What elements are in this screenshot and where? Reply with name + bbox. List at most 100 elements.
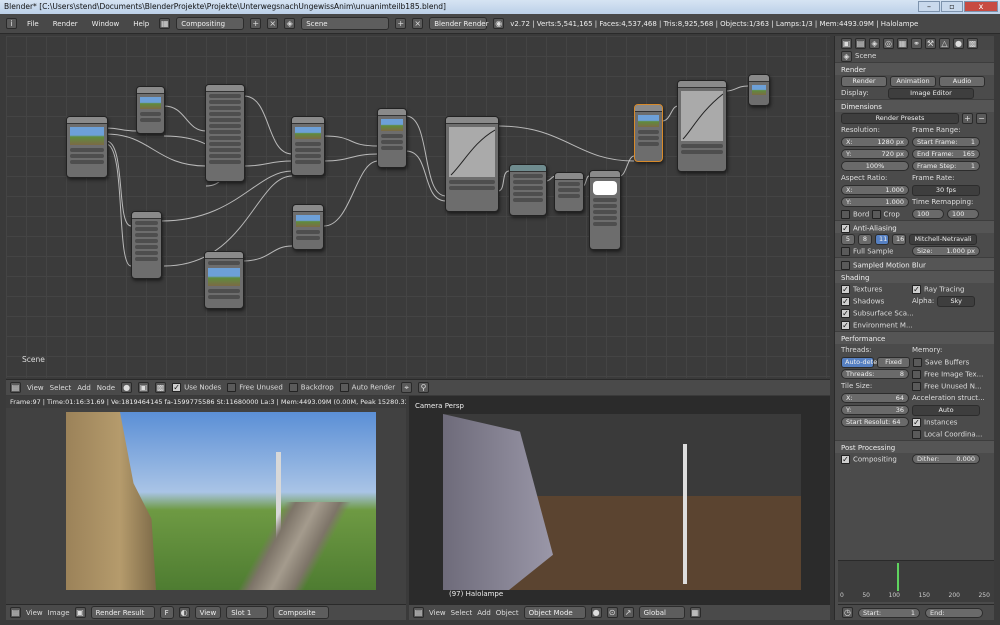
snap-icon[interactable]: ⌖ [401,382,413,393]
pass-select[interactable]: Composite [273,606,330,619]
minimize-button[interactable]: – [918,1,940,12]
shader-nodes-icon[interactable]: ● [121,382,133,393]
start-resolution-field[interactable]: Start Resolut: 64 [841,417,909,427]
dimensions-panel-header[interactable]: Dimensions [835,99,994,112]
layout-select[interactable]: Compositing [176,17,245,30]
environment-map-toggle[interactable]: ✓ Environment M... [841,320,913,330]
compositing-nodes-icon[interactable]: ▣ [138,382,150,393]
render-presets-select[interactable]: Render Presets [841,112,959,124]
fake-user-button[interactable]: F [159,606,174,619]
menu-select[interactable]: Select [451,609,473,617]
free-unused-toggle[interactable]: Free Unused [227,383,283,392]
render-tab-icon[interactable]: ▣ [841,37,852,49]
aspect-y-field[interactable]: Y: 1.000 [841,197,909,207]
menu-image[interactable]: Image [48,609,70,617]
data-tab-icon[interactable]: △ [939,37,950,49]
time-remap-new-field[interactable]: 100 [947,209,979,219]
info-editor-icon[interactable]: i [6,18,17,29]
time-remap-old-field[interactable]: 100 [912,209,944,219]
editor-type-icon[interactable]: ▤ [10,382,21,393]
aa-filter-select[interactable]: Mitchell-Netravali [909,233,977,245]
menu-render[interactable]: Render [49,20,82,28]
scene-tab-icon[interactable]: ◈ [869,37,880,49]
node-8[interactable] [509,164,547,216]
resolution-x-field[interactable]: X: 1280 px [841,137,909,147]
shadows-toggle[interactable]: ✓ Shadows [841,296,909,306]
render-layers-node[interactable] [66,116,108,178]
selected-node[interactable] [634,104,663,162]
node-1[interactable] [136,86,165,134]
node-2[interactable] [205,84,245,182]
layout-icon[interactable]: ▦ [159,18,171,29]
node-7[interactable] [377,108,407,168]
node-4[interactable] [204,251,244,309]
resolution-percent-field[interactable]: 100% [841,161,909,171]
render-engine-select[interactable]: Blender Render [429,17,488,30]
constraints-tab-icon[interactable]: ⚭ [911,37,922,49]
menu-add[interactable]: Add [77,384,91,392]
render-button[interactable]: Render [841,75,887,87]
aa-samples-16[interactable]: 16 [892,233,906,245]
start-frame-field[interactable]: Start Frame: 1 [912,137,980,147]
pivot-icon[interactable]: ⊙ [606,607,618,618]
tile-x-field[interactable]: X: 64 [841,393,909,403]
aa-samples-8[interactable]: 8 [858,233,872,245]
save-buffers-toggle[interactable]: Save Buffers [913,357,969,367]
full-sample-toggle[interactable]: Full Sample [841,246,909,256]
texture-nodes-icon[interactable]: ▩ [155,382,167,393]
threads-fixed-button[interactable]: Fixed [877,356,910,368]
editor-type-icon[interactable]: ◷ [842,607,853,618]
node-10[interactable] [589,170,621,250]
border-toggle[interactable]: Bord Crop [841,209,909,219]
editor-type-icon[interactable]: ▤ [10,607,21,618]
alpha-select[interactable]: Sky [937,295,976,307]
add-layout-icon[interactable]: + [250,18,262,29]
use-nodes-toggle[interactable]: ✓ Use Nodes [172,383,221,392]
subsurface-toggle[interactable]: ✓ Subsurface Sca... [841,308,914,318]
render-panel-header[interactable]: Render [835,62,994,75]
menu-select[interactable]: Select [50,384,72,392]
aspect-x-field[interactable]: X: 1.000 [841,185,909,195]
image-browse-icon[interactable]: ▣ [74,607,86,618]
scene-select[interactable]: Scene [301,17,390,30]
frame-rate-select[interactable]: 30 fps [912,184,980,196]
node-6[interactable] [292,204,324,250]
rgb-curves-node[interactable] [445,116,499,212]
compositing-toggle[interactable]: ✓ Compositing [841,454,909,464]
timeline-end-field[interactable]: End: [925,607,983,618]
tile-y-field[interactable]: Y: 36 [841,405,909,415]
menu-view[interactable]: View [27,384,44,392]
anti-aliasing-panel-header[interactable]: ✓ Anti-Aliasing [835,220,994,233]
threads-field[interactable]: Threads: 8 [841,369,909,379]
pin-icon[interactable]: ⚲ [418,382,430,393]
world-tab-icon[interactable]: ◎ [883,37,894,49]
menu-window[interactable]: Window [88,20,124,28]
shading-panel-header[interactable]: Shading [835,270,994,283]
textures-toggle[interactable]: ✓ Textures [841,284,909,294]
image-name-field[interactable]: Render Result [90,606,155,619]
animation-button[interactable]: Animation [890,75,936,87]
slot-select[interactable]: Slot 1 [226,606,269,619]
auto-render-toggle[interactable]: Auto Render [339,383,395,392]
node-9[interactable] [554,172,584,212]
close-button[interactable]: x [964,1,998,12]
add-scene-icon[interactable]: + [395,18,407,29]
shading-icon[interactable]: ● [590,607,602,618]
editor-type-icon[interactable]: ▤ [413,607,424,618]
end-frame-field[interactable]: End Frame: 165 [912,149,980,159]
manipulator-icon[interactable]: ↗ [622,607,634,618]
free-image-toggle[interactable]: Free Image Tex... [912,369,983,379]
motion-blur-panel-header[interactable]: Sampled Motion Blur [835,257,994,270]
frame-step-field[interactable]: Frame Step: 1 [912,161,980,171]
timeline-start-field[interactable]: Start: 1 [858,607,920,618]
menu-object[interactable]: Object [496,609,519,617]
resolution-y-field[interactable]: Y: 720 px [841,149,909,159]
object-tab-icon[interactable]: ▦ [897,37,908,49]
remove-layout-icon[interactable]: × [267,18,279,29]
scene-icon[interactable]: ◈ [284,18,296,29]
remove-preset-icon[interactable]: − [976,112,987,124]
display-select[interactable]: Image Editor [888,87,974,99]
current-frame-indicator[interactable] [897,563,899,591]
view-select[interactable]: View [194,606,222,619]
node-5[interactable] [291,116,325,176]
